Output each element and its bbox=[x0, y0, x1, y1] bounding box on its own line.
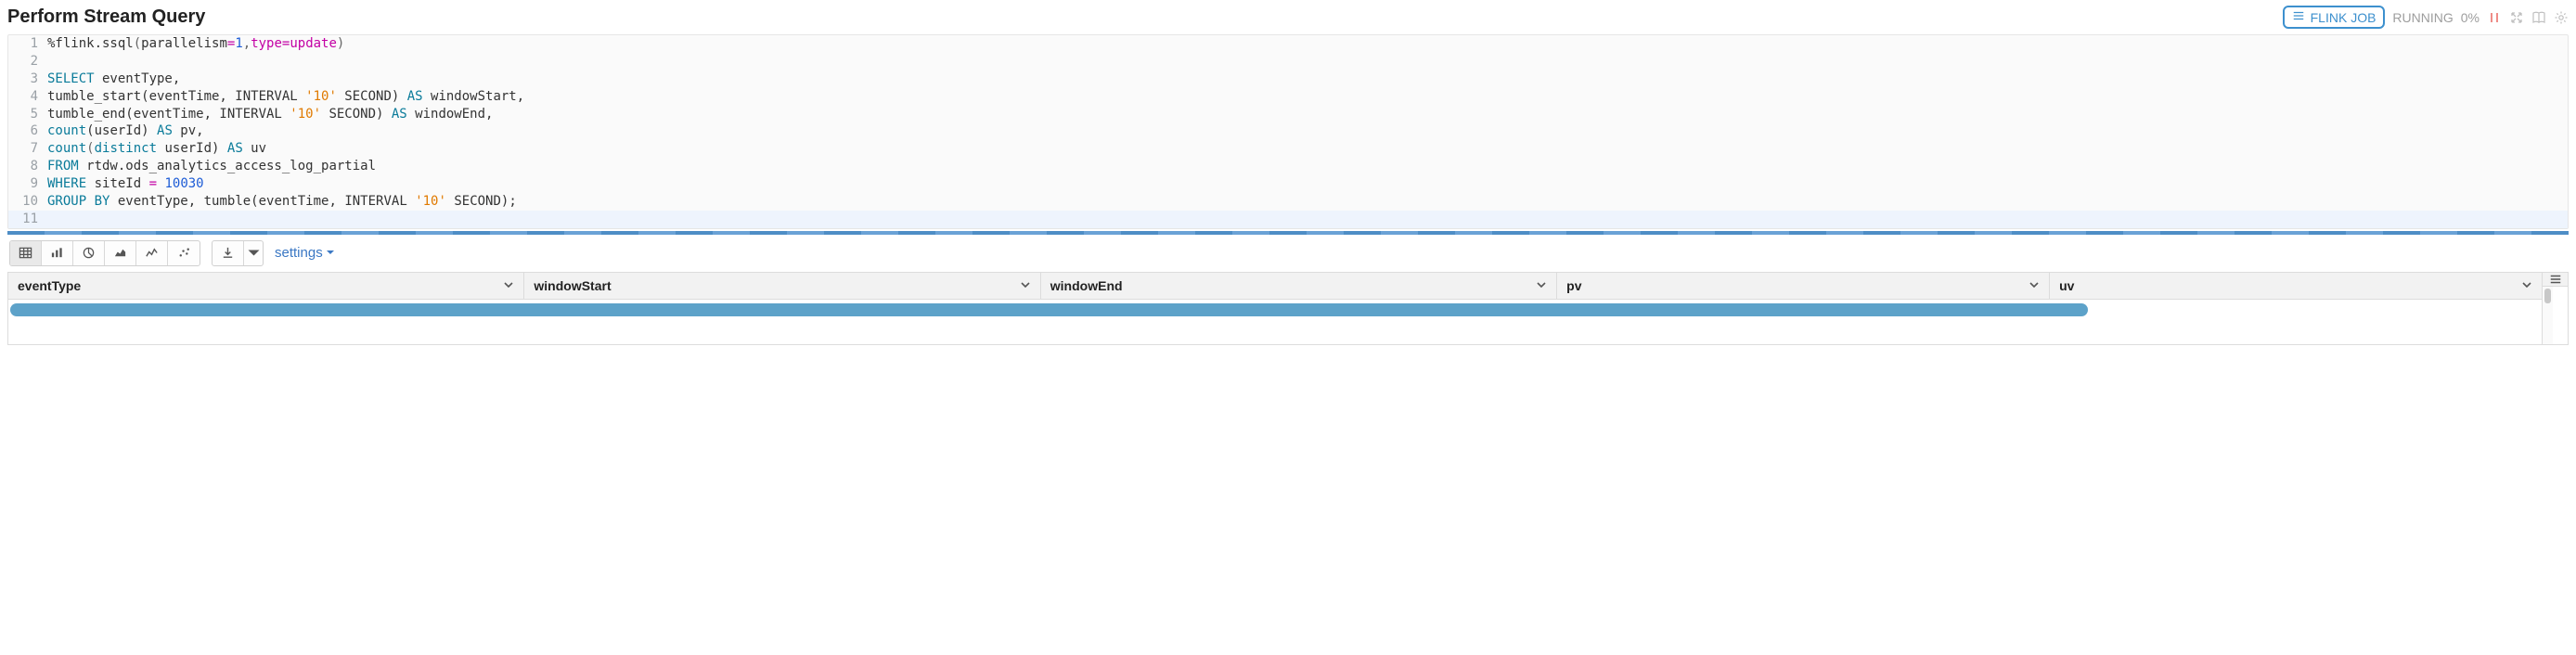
code-line[interactable]: 3SELECT eventType, bbox=[8, 71, 2568, 88]
pause-icon[interactable] bbox=[2487, 10, 2502, 25]
line-number: 10 bbox=[8, 193, 47, 211]
code-line[interactable]: 5tumble_end(eventTime, INTERVAL '10' SEC… bbox=[8, 106, 2568, 123]
settings-link[interactable]: settings bbox=[275, 245, 335, 261]
scatter-chart-button[interactable] bbox=[168, 241, 200, 265]
chevron-down-icon bbox=[1536, 278, 1547, 293]
line-number: 3 bbox=[8, 71, 47, 88]
column-label: eventType bbox=[18, 278, 81, 293]
column-label: windowStart bbox=[534, 278, 611, 293]
column-header[interactable]: eventType bbox=[8, 273, 524, 299]
code-editor[interactable]: 1%flink.ssql(parallelism=1,type=update)2… bbox=[7, 34, 2569, 229]
code-content: %flink.ssql(parallelism=1,type=update) bbox=[47, 35, 344, 53]
code-content: FROM rtdw.ods_analytics_access_log_parti… bbox=[47, 158, 376, 175]
line-number: 9 bbox=[8, 175, 47, 193]
column-header[interactable]: windowEnd bbox=[1041, 273, 1557, 299]
download-group bbox=[212, 240, 264, 266]
code-line[interactable]: 7count(distinct userId) AS uv bbox=[8, 140, 2568, 158]
download-button[interactable] bbox=[213, 241, 244, 265]
code-content: SELECT eventType, bbox=[47, 71, 180, 88]
table-menu-button[interactable] bbox=[2542, 273, 2568, 287]
area-chart-button[interactable] bbox=[105, 241, 136, 265]
code-line[interactable]: 2 bbox=[8, 53, 2568, 71]
chart-type-group bbox=[9, 240, 200, 266]
code-content: count(distinct userId) AS uv bbox=[47, 140, 266, 158]
code-content: count(userId) AS pv, bbox=[47, 122, 204, 140]
line-chart-button[interactable] bbox=[136, 241, 168, 265]
code-line[interactable]: 6count(userId) AS pv, bbox=[8, 122, 2568, 140]
chevron-down-icon bbox=[2029, 278, 2040, 293]
caret-down-icon bbox=[326, 245, 335, 261]
book-icon[interactable] bbox=[2531, 10, 2546, 25]
code-line[interactable]: 9WHERE siteId = 10030 bbox=[8, 175, 2568, 193]
line-number: 6 bbox=[8, 122, 47, 140]
code-line[interactable]: 11 bbox=[8, 211, 2568, 228]
line-number: 8 bbox=[8, 158, 47, 175]
table-body bbox=[8, 300, 2542, 344]
page-title: Perform Stream Query bbox=[7, 6, 205, 28]
code-content: tumble_end(eventTime, INTERVAL '10' SECO… bbox=[47, 106, 493, 123]
job-progress: 0% bbox=[2461, 10, 2479, 25]
code-line[interactable]: 10GROUP BY eventType, tumble(eventTime, … bbox=[8, 193, 2568, 211]
scrollbar-thumb[interactable] bbox=[2544, 289, 2551, 303]
column-label: uv bbox=[2059, 278, 2074, 293]
column-header[interactable]: uv bbox=[2050, 273, 2542, 299]
code-line[interactable]: 4tumble_start(eventTime, INTERVAL '10' S… bbox=[8, 88, 2568, 106]
header: Perform Stream Query FLINK JOB RUNNING 0… bbox=[7, 4, 2569, 34]
chevron-down-icon bbox=[503, 278, 514, 293]
collapse-icon[interactable] bbox=[2509, 10, 2524, 25]
table-header: eventType windowStart windowEnd pv uv bbox=[8, 273, 2542, 300]
code-content: WHERE siteId = 10030 bbox=[47, 175, 204, 193]
code-content: GROUP BY eventType, tumble(eventTime, IN… bbox=[47, 193, 517, 211]
flink-job-button[interactable]: FLINK JOB bbox=[2283, 6, 2386, 29]
header-icons bbox=[2487, 10, 2569, 25]
chevron-down-icon bbox=[2521, 278, 2532, 293]
column-label: pv bbox=[1566, 278, 1581, 293]
table-view-button[interactable] bbox=[10, 241, 42, 265]
download-menu-button[interactable] bbox=[244, 241, 263, 265]
line-number: 2 bbox=[8, 53, 47, 71]
line-number: 5 bbox=[8, 106, 47, 123]
code-line[interactable]: 1%flink.ssql(parallelism=1,type=update) bbox=[8, 35, 2568, 53]
job-status: RUNNING bbox=[2392, 10, 2453, 25]
bar-chart-button[interactable] bbox=[42, 241, 73, 265]
results-table: eventType windowStart windowEnd pv uv bbox=[7, 272, 2569, 345]
column-header[interactable]: pv bbox=[1557, 273, 2050, 299]
result-toolbar: settings bbox=[7, 235, 2569, 272]
code-line[interactable]: 8FROM rtdw.ods_analytics_access_log_part… bbox=[8, 158, 2568, 175]
line-number: 7 bbox=[8, 140, 47, 158]
code-content: tumble_start(eventTime, INTERVAL '10' SE… bbox=[47, 88, 524, 106]
table-row[interactable] bbox=[10, 303, 2088, 316]
chevron-down-icon bbox=[1020, 278, 1031, 293]
gear-icon[interactable] bbox=[2554, 10, 2569, 25]
column-label: windowEnd bbox=[1050, 278, 1123, 293]
header-controls: FLINK JOB RUNNING 0% bbox=[2283, 6, 2569, 29]
column-header[interactable]: windowStart bbox=[524, 273, 1040, 299]
settings-label: settings bbox=[275, 245, 323, 261]
menu-bars-icon bbox=[2292, 9, 2305, 25]
flink-job-label: FLINK JOB bbox=[2311, 10, 2376, 25]
pie-chart-button[interactable] bbox=[73, 241, 105, 265]
line-number: 1 bbox=[8, 35, 47, 53]
line-number: 4 bbox=[8, 88, 47, 106]
vertical-scrollbar[interactable] bbox=[2542, 287, 2553, 344]
line-number: 11 bbox=[8, 211, 47, 228]
